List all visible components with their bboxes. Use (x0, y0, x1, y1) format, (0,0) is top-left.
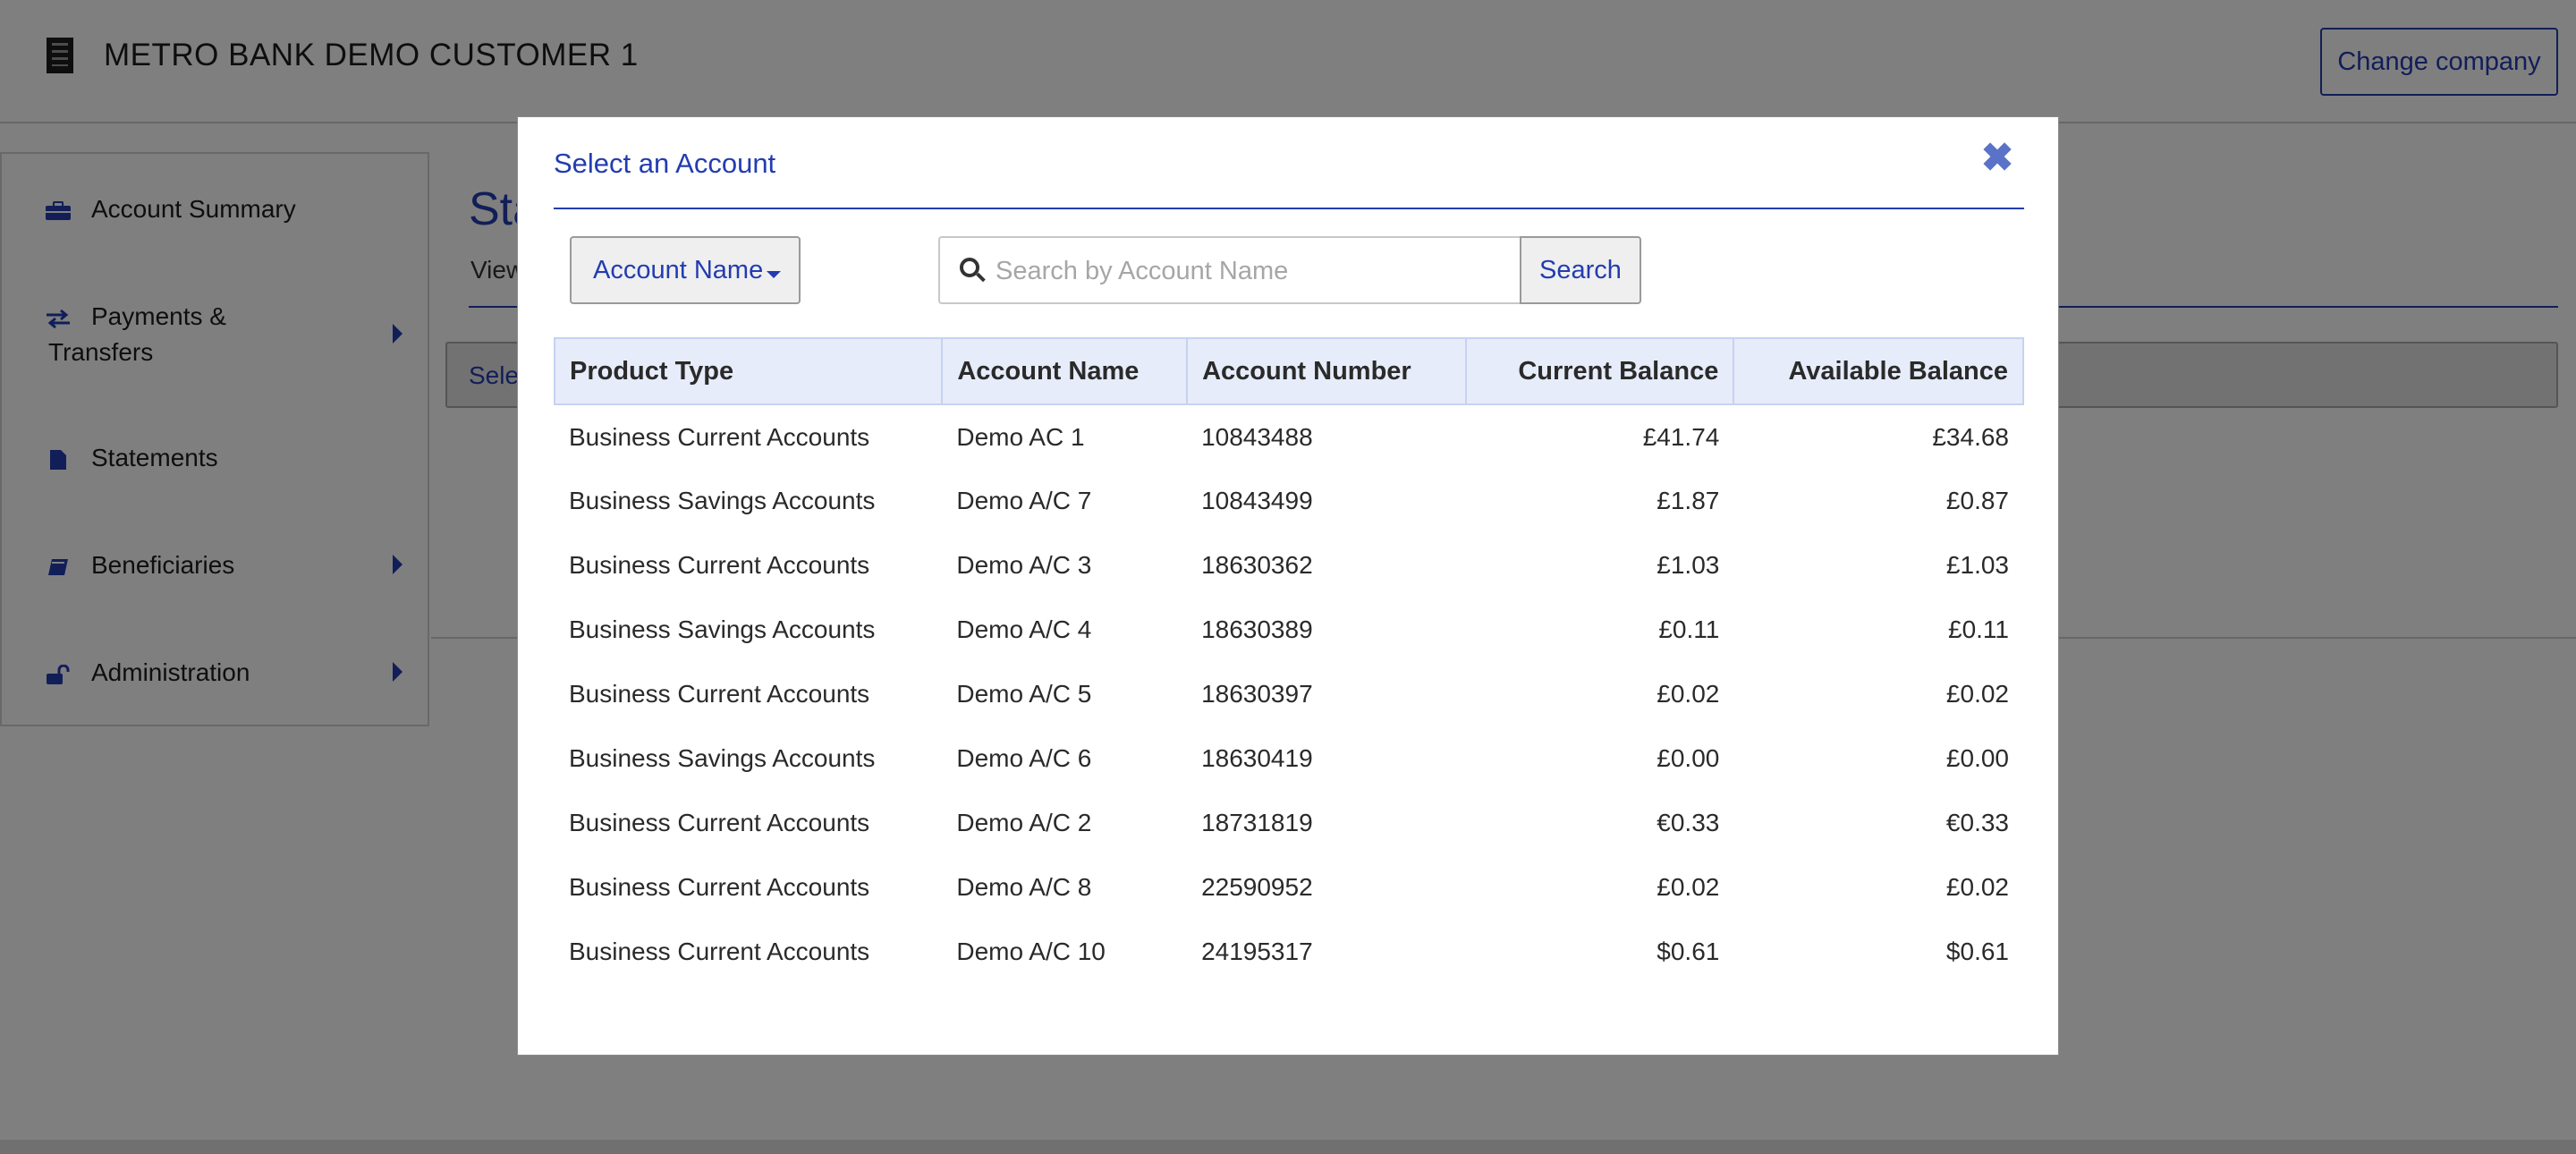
account-name-cell: Demo A/C 6 (956, 744, 1092, 772)
column-header-available-balance[interactable]: Available Balance (1733, 337, 2024, 405)
current-balance-cell: €0.33 (1657, 809, 1720, 836)
account-name-cell: Demo A/C 3 (956, 551, 1092, 579)
product-type-cell: Business Savings Accounts (569, 487, 876, 514)
current-balance-cell: £1.03 (1657, 551, 1720, 579)
product-type-cell: Business Current Accounts (569, 422, 870, 451)
column-header-account-name[interactable]: Account Name (941, 337, 1189, 405)
close-icon[interactable]: ✖ (1979, 139, 2015, 178)
current-balance-cell: £1.87 (1657, 487, 1720, 514)
modal-title: Select an Account (554, 148, 776, 179)
caret-down-icon (767, 271, 781, 278)
search-button[interactable]: Search (1520, 236, 1641, 304)
product-type-cell: Business Savings Accounts (569, 615, 876, 643)
account-name-cell: Demo A/C 10 (956, 938, 1106, 965)
account-number-cell: 10843488 (1201, 422, 1313, 451)
filter-dropdown[interactable]: Account Name (570, 236, 801, 304)
account-name-cell: Demo A/C 2 (956, 809, 1092, 836)
column-header-current-balance[interactable]: Current Balance (1464, 337, 1735, 405)
product-type-cell: Business Current Accounts (569, 809, 870, 836)
available-balance-cell: £1.03 (1945, 551, 2009, 579)
search-input[interactable] (996, 250, 1505, 292)
search-icon (960, 258, 979, 277)
account-number-cell: 18630389 (1201, 615, 1313, 643)
table-row[interactable]: Business Savings Accounts Demo A/C 6 186… (555, 726, 2023, 791)
available-balance-cell: £0.00 (1945, 744, 2009, 772)
product-type-cell: Business Current Accounts (569, 680, 870, 708)
select-account-modal: Select an Account ✖ Account Name Search … (517, 116, 2059, 1056)
table-row[interactable]: Business Current Accounts Demo A/C 8 225… (555, 855, 2023, 920)
current-balance-cell: $0.61 (1657, 938, 1720, 965)
account-number-cell: 22590952 (1201, 873, 1313, 901)
available-balance-cell: £0.87 (1945, 487, 2009, 514)
account-name-cell: Demo A/C 7 (956, 487, 1092, 514)
table-row[interactable]: Business Current Accounts Demo AC 1 1084… (555, 404, 2023, 469)
current-balance-cell: £41.74 (1642, 422, 1720, 451)
search-field (938, 236, 1520, 304)
table-row[interactable]: Business Current Accounts Demo A/C 10 24… (555, 920, 2023, 984)
table-row[interactable]: Business Current Accounts Demo A/C 2 187… (555, 791, 2023, 855)
account-name-cell: Demo A/C 8 (956, 873, 1092, 901)
table-row[interactable]: Business Current Accounts Demo A/C 5 186… (555, 662, 2023, 726)
available-balance-cell: £0.11 (1948, 615, 2009, 643)
table-row[interactable]: Business Savings Accounts Demo A/C 4 186… (555, 598, 2023, 662)
current-balance-cell: £0.02 (1657, 873, 1720, 901)
available-balance-cell: £0.02 (1945, 873, 2009, 901)
product-type-cell: Business Current Accounts (569, 551, 870, 579)
current-balance-cell: £0.11 (1658, 615, 1720, 643)
account-name-cell: Demo A/C 4 (956, 615, 1092, 643)
available-balance-cell: €0.33 (1945, 809, 2009, 836)
column-header-account-number[interactable]: Account Number (1186, 337, 1467, 405)
available-balance-cell: £0.02 (1945, 680, 2009, 708)
available-balance-cell: £34.68 (1932, 422, 2009, 451)
accounts-table: Product Type Account Name Account Number… (553, 337, 2024, 984)
account-name-cell: Demo A/C 5 (956, 680, 1092, 708)
product-type-cell: Business Savings Accounts (569, 744, 876, 772)
account-name-cell: Demo AC 1 (956, 422, 1085, 451)
current-balance-cell: £0.02 (1657, 680, 1720, 708)
table-row[interactable]: Business Savings Accounts Demo A/C 7 108… (555, 469, 2023, 533)
account-number-cell: 24195317 (1201, 938, 1313, 965)
available-balance-cell: $0.61 (1945, 938, 2009, 965)
product-type-cell: Business Current Accounts (569, 873, 870, 901)
account-number-cell: 18731819 (1201, 809, 1313, 836)
filter-dropdown-label: Account Name (593, 255, 764, 284)
account-number-cell: 18630397 (1201, 680, 1313, 708)
table-row[interactable]: Business Current Accounts Demo A/C 3 186… (555, 533, 2023, 598)
table-header-row: Product Type Account Name Account Number… (553, 337, 2024, 405)
current-balance-cell: £0.00 (1657, 744, 1720, 772)
account-number-cell: 18630362 (1201, 551, 1313, 579)
search-group: Search (938, 236, 1641, 304)
divider (554, 208, 2024, 209)
column-header-product-type[interactable]: Product Type (553, 337, 944, 405)
account-number-cell: 10843499 (1201, 487, 1313, 514)
account-number-cell: 18630419 (1201, 744, 1313, 772)
product-type-cell: Business Current Accounts (569, 938, 870, 965)
